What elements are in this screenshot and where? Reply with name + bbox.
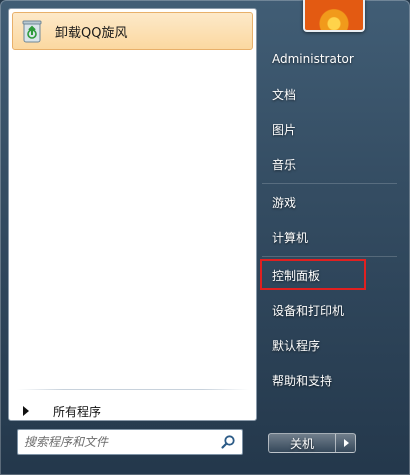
chevron-right-icon [343,439,349,447]
all-programs-label: 所有程序 [53,404,102,419]
help-support-link[interactable]: 帮助和支持 [262,366,402,394]
search-input[interactable] [18,431,220,453]
shutdown-options-button[interactable] [336,433,356,453]
arrow-right-icon [23,406,29,416]
devices-printers-link[interactable]: 设备和打印机 [262,296,402,324]
right-separator [262,183,397,184]
right-separator [262,256,397,257]
recycle-bin-icon [22,20,42,43]
start-menu: 卸载QQ旋风 所有程序 Administrator 文档 图片 音乐 游戏 计算… [0,0,410,475]
pictures-link[interactable]: 图片 [262,115,402,143]
control-panel-highlight [260,259,366,290]
programs-pane: 卸载QQ旋风 所有程序 [8,8,257,421]
music-link[interactable]: 音乐 [262,150,402,178]
user-name-link[interactable]: Administrator [262,45,402,73]
recent-program-item[interactable]: 卸载QQ旋风 [12,12,253,50]
programs-divider [17,389,249,390]
documents-link[interactable]: 文档 [262,80,402,108]
user-avatar[interactable] [303,0,365,32]
shutdown-button[interactable]: 关机 [268,433,336,453]
default-programs-link[interactable]: 默认程序 [262,331,402,359]
search-box[interactable] [17,429,243,455]
recent-program-label: 卸载QQ旋风 [55,25,128,41]
games-link[interactable]: 游戏 [262,188,402,216]
computer-link[interactable]: 计算机 [262,223,402,251]
search-icon[interactable] [220,434,236,450]
all-programs-button[interactable]: 所有程序 [13,399,253,423]
